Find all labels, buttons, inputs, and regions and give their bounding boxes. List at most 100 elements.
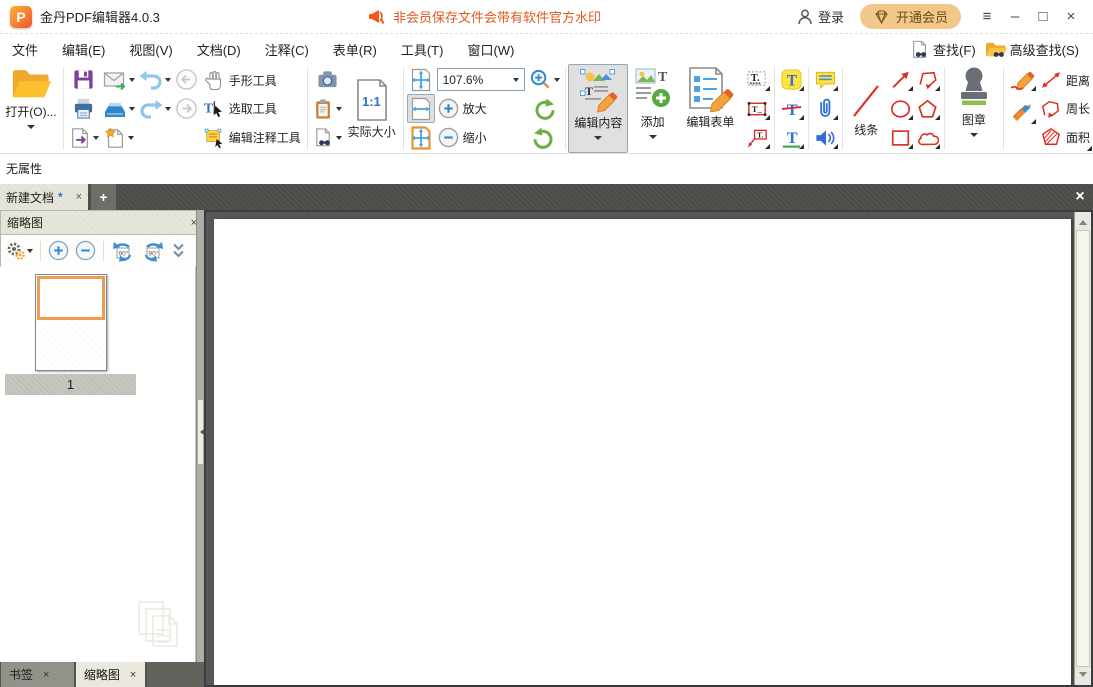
ellipse-tool-button[interactable] xyxy=(887,95,914,122)
edit-annotation-tool-button[interactable]: 编辑注释工具 xyxy=(200,123,304,151)
forward-button[interactable] xyxy=(173,95,200,122)
menu-edit[interactable]: 编辑(E) xyxy=(50,34,117,65)
polygon-tool-button[interactable] xyxy=(914,95,941,122)
menu-annotate[interactable]: 注释(C) xyxy=(253,34,321,65)
menu-document[interactable]: 文档(D) xyxy=(185,34,253,65)
window-menu-button[interactable]: ≡ xyxy=(973,3,1001,31)
thumbnail-item-page-1[interactable]: 1 xyxy=(5,274,136,395)
snapshot-button[interactable] xyxy=(311,66,344,93)
email-button[interactable] xyxy=(101,66,137,93)
scroll-down-button[interactable] xyxy=(1075,668,1091,685)
area-tool-button[interactable]: 面积 xyxy=(1037,123,1093,151)
tabbar-close-button[interactable]: × xyxy=(1067,184,1093,210)
scan-button[interactable] xyxy=(101,95,137,122)
paste-button[interactable] xyxy=(311,95,344,122)
marquee-zoom-button[interactable] xyxy=(527,66,562,93)
back-button[interactable] xyxy=(173,66,200,93)
stamp-button[interactable]: 图章 xyxy=(948,64,1000,153)
line-tool-button[interactable]: 线条 xyxy=(846,64,887,153)
attach-file-button[interactable] xyxy=(812,95,839,122)
line-icon xyxy=(851,80,881,120)
polyline-tool-button[interactable] xyxy=(914,66,941,93)
new-tab-button[interactable]: + xyxy=(91,184,116,210)
callout-button[interactable]: T. xyxy=(744,124,771,151)
vip-button[interactable]: 开通会员 xyxy=(860,4,961,29)
redo-button[interactable] xyxy=(137,95,173,122)
edit-content-button[interactable]: T 编辑内容 xyxy=(568,64,628,153)
underline-text-button[interactable]: T xyxy=(778,124,805,151)
sound-annotation-button[interactable] xyxy=(812,124,839,151)
add-button[interactable]: T 添加 xyxy=(628,64,677,153)
undo-button[interactable] xyxy=(137,66,173,93)
cloud-tool-button[interactable] xyxy=(914,124,941,151)
pdf-page[interactable] xyxy=(214,219,1071,685)
toolbar-separator xyxy=(565,67,566,150)
minimize-button[interactable]: – xyxy=(1001,3,1029,31)
thumbnail-zoom-in-button[interactable] xyxy=(46,238,71,264)
thumbnail-zoom-out-button[interactable] xyxy=(73,238,98,264)
menu-file[interactable]: 文件 xyxy=(0,34,50,65)
pencil-tool-button[interactable] xyxy=(1007,66,1037,93)
thumbnail-more-button[interactable] xyxy=(169,238,188,264)
svg-text:T: T xyxy=(585,84,593,98)
perimeter-tool-button[interactable]: 周长 xyxy=(1037,95,1093,123)
rotate-right-button[interactable] xyxy=(527,124,562,151)
rotate-page-left-button[interactable]: 90° xyxy=(109,238,137,264)
advanced-find-label[interactable]: 高级查找(S) xyxy=(1010,40,1079,59)
rotate-left-button[interactable] xyxy=(527,95,562,122)
sticky-note-button[interactable] xyxy=(812,66,839,93)
zoom-in-button[interactable]: 放大 xyxy=(435,94,527,122)
document-tab-close-icon[interactable]: × xyxy=(76,191,82,203)
arrow-tool-button[interactable] xyxy=(887,66,914,93)
save-button[interactable] xyxy=(67,66,101,93)
distance-tool-button[interactable]: 距离 xyxy=(1037,66,1093,94)
tab-thumbnails[interactable]: 缩略图 × xyxy=(76,662,145,687)
menu-window[interactable]: 窗口(W) xyxy=(455,34,526,65)
edit-form-button[interactable]: 编辑表单 xyxy=(677,64,744,153)
zoom-level-select[interactable]: 107.6% xyxy=(437,68,525,91)
zoom-out-button[interactable]: 缩小 xyxy=(435,123,527,151)
menu-form[interactable]: 表单(R) xyxy=(321,34,389,65)
select-tool-button[interactable]: T 选取工具 xyxy=(200,95,304,123)
panel-splitter[interactable] xyxy=(196,210,204,662)
open-button[interactable]: 打开(O)... xyxy=(2,64,60,153)
line-label: 线条 xyxy=(854,121,878,138)
login-button[interactable]: 登录 xyxy=(796,7,844,26)
forward-icon xyxy=(175,97,198,120)
panel-splitter-handle[interactable] xyxy=(198,400,203,464)
document-tab[interactable]: 新建文档 * × xyxy=(0,184,88,210)
vertical-scrollbar[interactable] xyxy=(1074,212,1091,685)
find-label[interactable]: 查找(F) xyxy=(933,40,976,59)
fit-width-button[interactable] xyxy=(407,94,435,123)
visible-area-indicator[interactable] xyxy=(37,276,105,320)
thumbnails-tab-close-icon[interactable]: × xyxy=(130,669,136,681)
highlight-text-button[interactable]: T xyxy=(778,66,805,93)
actual-size-button[interactable]: 1:1 实际大小 xyxy=(344,64,400,153)
new-document-button[interactable] xyxy=(101,124,137,151)
hand-tool-button[interactable]: 手形工具 xyxy=(200,66,304,94)
scroll-up-button[interactable] xyxy=(1075,212,1091,229)
toolbar-separator xyxy=(808,67,809,150)
menu-view[interactable]: 视图(V) xyxy=(117,34,184,65)
rectangle-tool-button[interactable] xyxy=(887,124,914,151)
tab-bookmarks[interactable]: 书签 × xyxy=(1,662,74,687)
eraser-tool-button[interactable] xyxy=(1007,99,1037,126)
typewriter-button[interactable]: T. xyxy=(744,66,771,93)
text-annotation-column: T. T_ T. xyxy=(744,64,771,153)
print-button[interactable] xyxy=(67,95,101,122)
fit-page-button[interactable] xyxy=(407,66,435,93)
export-button[interactable] xyxy=(67,124,101,151)
scroll-down-icon xyxy=(1079,672,1087,681)
textbox-button[interactable]: T_ xyxy=(744,95,771,122)
menu-tools[interactable]: 工具(T) xyxy=(389,34,456,65)
fit-visible-button[interactable] xyxy=(407,124,435,151)
find-document-button[interactable] xyxy=(311,124,344,151)
strikethrough-text-button[interactable]: T xyxy=(778,95,805,122)
scrollbar-thumb[interactable] xyxy=(1076,230,1090,667)
maximize-button[interactable]: □ xyxy=(1029,3,1057,31)
thumbnail-options-button[interactable] xyxy=(4,238,35,264)
close-button[interactable]: × xyxy=(1057,3,1085,31)
bookmarks-tab-close-icon[interactable]: × xyxy=(43,669,49,681)
gear-icon xyxy=(6,241,26,261)
rotate-page-right-button[interactable]: 90° xyxy=(139,238,167,264)
